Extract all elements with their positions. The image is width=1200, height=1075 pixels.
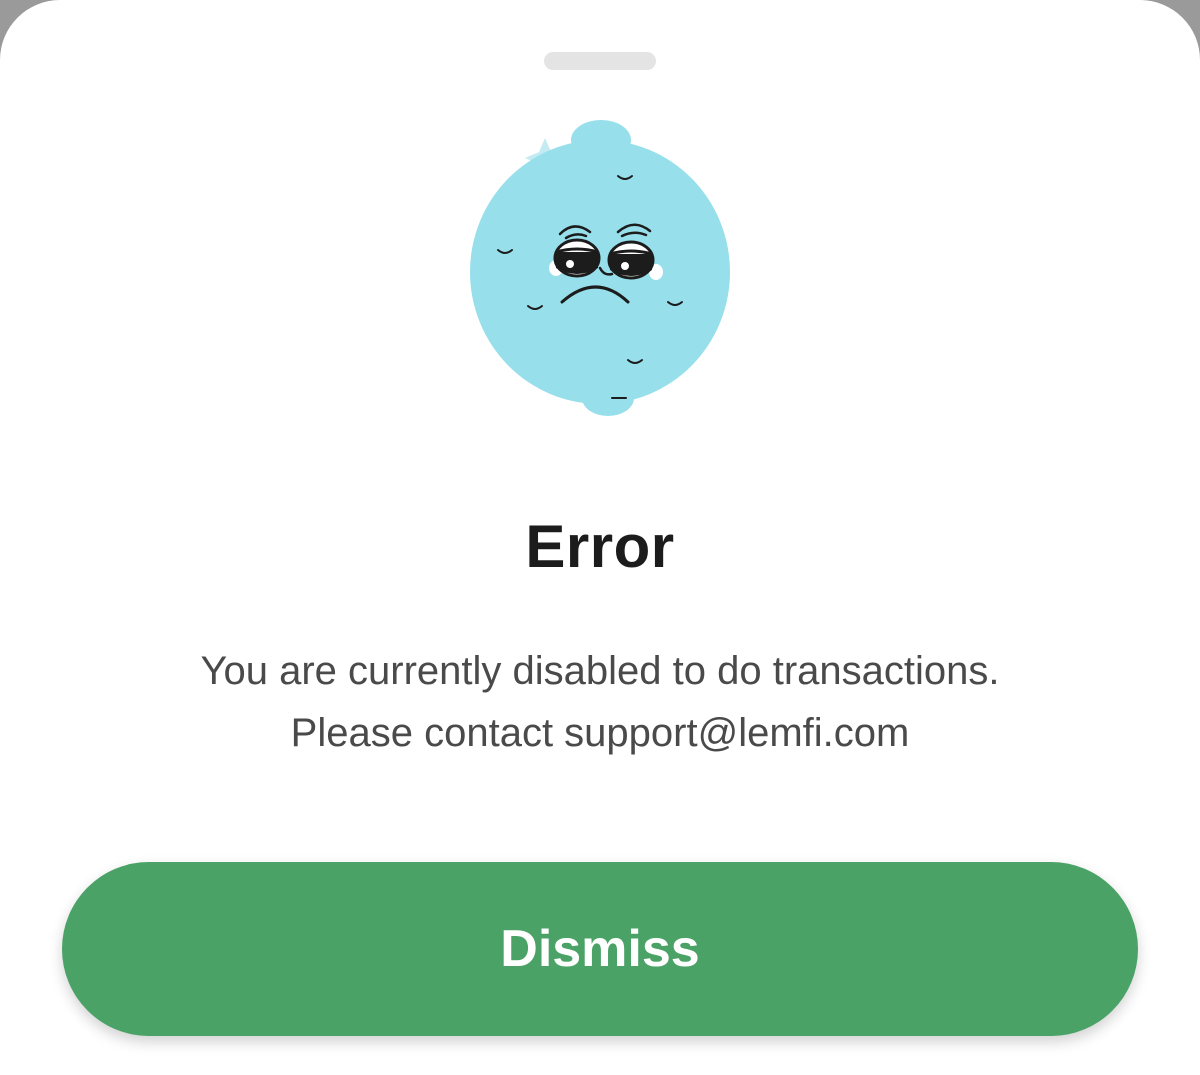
dialog-title: Error — [525, 513, 675, 580]
dialog-message-line-2: Please contact support@lemfi.com — [290, 711, 910, 755]
dialog-message-line-1: You are currently disabled to do transac… — [200, 649, 1000, 693]
sad-lime-mascot-icon — [470, 120, 730, 416]
sheet-grabber-handle[interactable] — [544, 52, 656, 70]
dialog-message: You are currently disabled to do transac… — [100, 640, 1100, 764]
bottom-sheet-dialog: Error You are currently disabled to do t… — [0, 0, 1200, 1075]
dismiss-button[interactable]: Dismiss — [62, 862, 1138, 1036]
